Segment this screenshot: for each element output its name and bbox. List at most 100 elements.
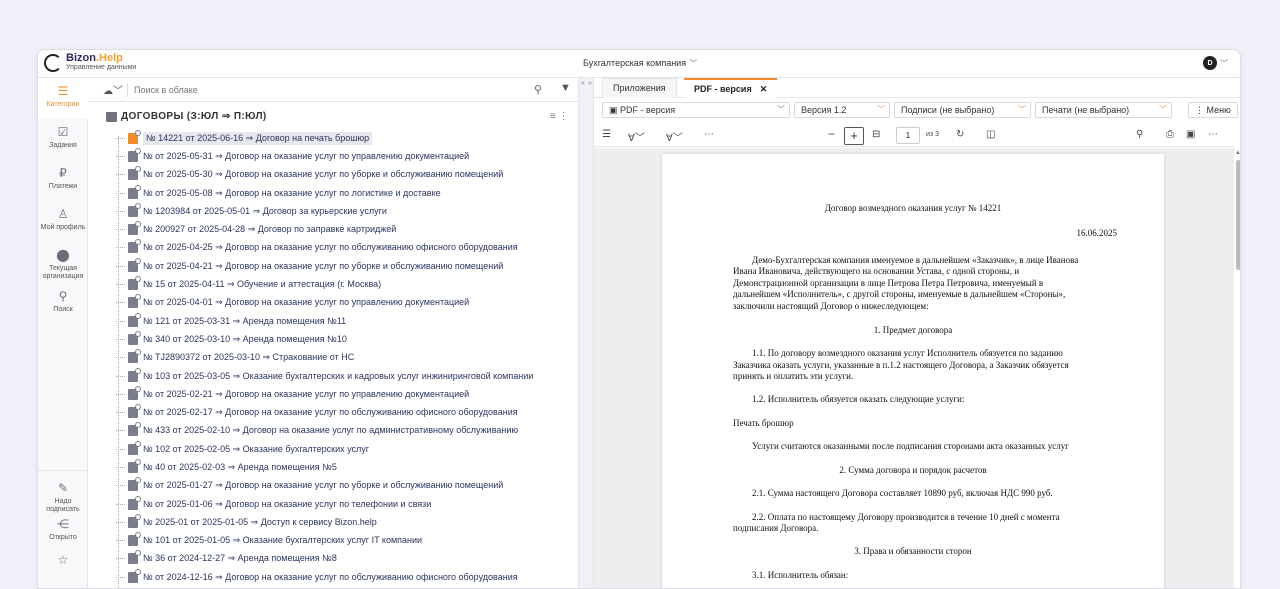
- tree-item[interactable]: № от 2025-05-30 ⇒ Договор на оказание ус…: [116, 166, 570, 184]
- tree-item[interactable]: № 1203984 от 2025-05-01 ⇒ Договор за кур…: [116, 202, 570, 220]
- close-icon[interactable]: ✕: [760, 84, 768, 94]
- rotate-icon[interactable]: ↻: [956, 129, 964, 140]
- page-number-input[interactable]: 1: [896, 127, 920, 144]
- panel-splitter[interactable]: « »: [578, 78, 594, 588]
- sidebar-item-favorites[interactable]: ☆: [38, 547, 88, 583]
- search-icon[interactable]: ⚲: [1136, 129, 1143, 140]
- fit-width-icon[interactable]: ⊟: [872, 129, 880, 140]
- zoom-in-button[interactable]: +: [844, 127, 864, 145]
- company-selector[interactable]: Бухгалтерская компания ﹀: [583, 58, 697, 69]
- tree-title: ДОГОВОРЫ (З:ЮЛ ⇒ П:ЮЛ): [121, 111, 267, 122]
- document-icon: [128, 184, 141, 199]
- doc-intro-line: дальнейшем «Исполнитель», с другой сторо…: [733, 289, 1066, 299]
- collapse-left-icon[interactable]: «: [581, 80, 585, 87]
- tree-item[interactable]: № 14221 от 2025-06-16 ⇒ Договор на печат…: [116, 129, 570, 147]
- document-icon: [128, 349, 141, 364]
- print-icon[interactable]: ⎙: [1166, 129, 1174, 140]
- tab-pdf-version[interactable]: PDF - версия ✕: [684, 78, 778, 98]
- more-icon[interactable]: ⋯: [704, 129, 714, 140]
- tree-item[interactable]: № 200927 от 2025-04-28 ⇒ Договор по запр…: [116, 220, 570, 238]
- sidebar-item-tasks[interactable]: ☑ Задания: [38, 119, 88, 160]
- tree-item[interactable]: № от 2025-02-17 ⇒ Договор на оказание ус…: [116, 403, 570, 421]
- doc-paragraph-line: Услуги считаются оказанными после подпис…: [752, 441, 1069, 451]
- tree-item-label: № от 2025-02-21 ⇒ Договор на оказание ус…: [143, 388, 470, 399]
- tree-item-label: № 103 от 2025-03-05 ⇒ Оказание бухгалтер…: [143, 370, 534, 381]
- tree-item[interactable]: № TJ2890372 от 2025-03-10 ⇒ Страхование …: [116, 349, 570, 367]
- tree-item-label: № от 2025-01-27 ⇒ Договор на оказание ус…: [143, 480, 504, 491]
- tree-item[interactable]: № от 2025-02-21 ⇒ Договор на оказание ус…: [116, 385, 570, 403]
- signatures-select[interactable]: Подписи (не выбрано) ﹀: [894, 102, 1031, 118]
- document-icon: [128, 532, 141, 547]
- tab-applications[interactable]: Приложения: [602, 78, 677, 98]
- tree-menu-icon[interactable]: ≡ ⋮: [550, 111, 569, 122]
- tree-item[interactable]: № от 2025-01-27 ⇒ Договор на оказание ус…: [116, 477, 570, 495]
- more-icon[interactable]: ⋯: [1208, 129, 1218, 140]
- doc-section-heading: 2. Сумма договора и порядок расчетов: [839, 465, 987, 475]
- chevron-down-icon: ﹀: [877, 105, 885, 114]
- tree-item[interactable]: № от 2024-12-16 ⇒ Договор на оказание ус…: [116, 568, 570, 586]
- tree-item-label: № 102 от 2025-02-05 ⇒ Оказание бухгалтер…: [143, 443, 370, 454]
- cloud-icon[interactable]: ☁﹀: [103, 82, 125, 97]
- tree-item-label: № 101 от 2025-01-05 ⇒ Оказание бухгалтер…: [143, 535, 423, 546]
- tree-item[interactable]: № от 2025-04-25 ⇒ Договор на оказание ус…: [116, 239, 570, 257]
- zoom-out-icon[interactable]: −: [828, 127, 835, 141]
- sign-icon: ✎: [57, 481, 69, 495]
- tree-item[interactable]: № 40 от 2025-02-03 ⇒ Аренда помещения №5: [116, 458, 570, 476]
- tree-item[interactable]: № от 2025-04-21 ⇒ Договор на оказание ус…: [116, 257, 570, 275]
- sidebar-item-opened[interactable]: ⋲ Открыто: [38, 511, 88, 547]
- collapse-right-icon[interactable]: »: [588, 80, 592, 87]
- tree-item[interactable]: № 102 от 2025-02-05 ⇒ Оказание бухгалтер…: [116, 440, 570, 458]
- version-select[interactable]: Версия 1.2 ﹀: [794, 102, 890, 118]
- scroll-up-icon[interactable]: ▲: [1235, 150, 1240, 156]
- tree-item[interactable]: № от 2025-04-01 ⇒ Договор на оказание ус…: [116, 294, 570, 312]
- tree-item[interactable]: № 433 от 2025-02-10 ⇒ Договор на оказани…: [116, 422, 570, 440]
- document-icon: [128, 367, 141, 382]
- tree-item[interactable]: № 2025-01 от 2025-01-05 ⇒ Доступ к серви…: [116, 513, 570, 531]
- document-icon: [128, 239, 141, 254]
- highlight-icon[interactable]: ∀﹀: [628, 129, 645, 144]
- stamps-select[interactable]: Печати (не выбрано) ﹀: [1035, 102, 1172, 118]
- pdf-page: Договор возмездного оказания услуг № 142…: [662, 154, 1164, 588]
- sidebar-item-search[interactable]: ⚲ Поиск: [38, 283, 88, 324]
- tree-item-label: № от 2025-01-06 ⇒ Договор на оказание ус…: [143, 498, 432, 509]
- save-icon[interactable]: ▣: [1186, 129, 1195, 140]
- page-view-icon[interactable]: ◫: [986, 129, 995, 140]
- search-icon[interactable]: ⚲: [534, 83, 542, 96]
- draw-icon[interactable]: ∀﹀: [666, 129, 683, 144]
- tree-item[interactable]: № от 2025-05-31 ⇒ Договор на оказание ус…: [116, 147, 570, 165]
- chevron-down-icon: ﹀: [689, 59, 698, 68]
- search-input[interactable]: [134, 84, 514, 95]
- tree-item[interactable]: № 101 от 2025-01-05 ⇒ Оказание бухгалтер…: [116, 532, 570, 550]
- menu-button[interactable]: ⋮ Меню: [1188, 102, 1238, 118]
- tree-item[interactable]: № 340 от 2025-03-10 ⇒ Аренда помещения №…: [116, 330, 570, 348]
- tree-header[interactable]: ДОГОВОРЫ (З:ЮЛ ⇒ П:ЮЛ): [106, 111, 267, 122]
- tree-item[interactable]: № от 2025-05-08 ⇒ Договор на оказание ус…: [116, 184, 570, 202]
- doc-intro-line: Ивана Ивановича, действующего на основан…: [733, 266, 1020, 276]
- viewer-scrollbar[interactable]: [1236, 160, 1240, 270]
- tree-item[interactable]: № от 2025-01-06 ⇒ Договор на оказание ус…: [116, 495, 570, 513]
- document-icon: [128, 221, 141, 236]
- filter-icon[interactable]: ▼: [560, 82, 571, 94]
- document-icon: [128, 276, 141, 291]
- document-icon: [128, 166, 141, 181]
- sidebar-item-payments[interactable]: ₽ Платежи: [38, 160, 88, 201]
- sidebar-item-to-sign[interactable]: ✎ Надо подписать: [38, 475, 88, 513]
- document-icon: [128, 202, 141, 217]
- doc-section-heading: 1. Предмет договора: [873, 325, 953, 335]
- sidebar-item-current-organization[interactable]: ⬤ Текущая организация: [38, 242, 88, 283]
- tree-item[interactable]: № 36 от 2024-12-27 ⇒ Аренда помещения №8: [116, 550, 570, 568]
- pdf-viewer[interactable]: Договор возмездного оказания услуг № 142…: [594, 148, 1234, 588]
- format-select[interactable]: ▣ PDF - версия ﹀: [602, 102, 790, 118]
- document-icon: [128, 330, 141, 345]
- outline-icon[interactable]: ☰: [602, 129, 611, 140]
- app-logo[interactable]: Bizon.Help Управление данными: [44, 53, 136, 73]
- avatar: D: [1203, 56, 1217, 70]
- tree-item[interactable]: № 121 от 2025-03-31 ⇒ Аренда помещения №…: [116, 312, 570, 330]
- page-count: из 3: [926, 131, 939, 138]
- sidebar-item-my-profile[interactable]: ♙ Мой профиль: [38, 201, 88, 242]
- chevron-down-icon: ﹀: [777, 105, 785, 114]
- user-menu[interactable]: D ﹀: [1203, 56, 1228, 70]
- tree-item[interactable]: № 103 от 2025-03-05 ⇒ Оказание бухгалтер…: [116, 367, 570, 385]
- tree-item[interactable]: № 15 от 2025-04-11 ⇒ Обучение и аттестац…: [116, 275, 570, 293]
- sidebar-item-categories[interactable]: ☰ Категории: [38, 78, 88, 119]
